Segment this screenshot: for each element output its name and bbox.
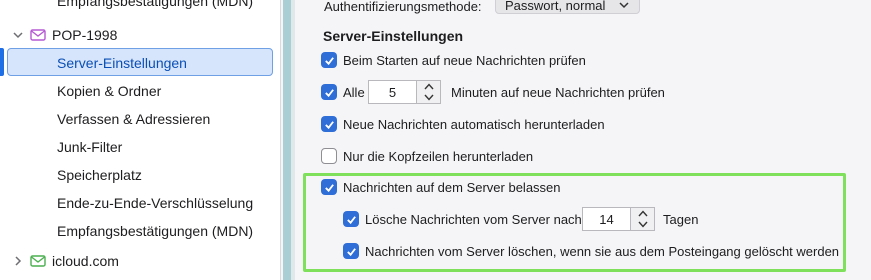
sidebar-item-receipts-prev[interactable]: Empfangsbestätigungen (MDN) [0,0,280,21]
account-name: icloud.com [52,253,119,269]
chevron-down-icon[interactable] [11,28,25,42]
sidebar-item-label: Kopien & Ordner [57,83,162,99]
sidebar-item-e2e-encryption[interactable]: Ende-zu-Ende-Verschlüsselung [0,189,280,217]
mail-account-icon [30,254,46,268]
sidebar-item-label: Verfassen & Adressieren [57,111,211,127]
sidebar-item-copies-folders[interactable]: Kopien & Ordner [0,77,280,105]
check-on-start-label: Beim Starten auf neue Nachrichten prüfen [343,53,586,68]
checkmark-icon [324,120,334,129]
headers-only-checkbox[interactable] [321,148,337,164]
sidebar-item-label: Server-Einstellungen [57,55,187,71]
highlight-annotation-box [303,173,846,272]
checkmark-icon [324,56,334,65]
check-on-start-checkbox[interactable] [321,52,337,68]
check-interval-value: 5 [388,84,397,100]
sidebar-item-label: Empfangsbestätigungen (MDN) [57,223,254,239]
account-row-pop1998[interactable]: POP-1998 [0,21,280,49]
sidebar-item-junk-filter[interactable]: Junk-Filter [0,133,280,161]
sidebar-item-label: Ende-zu-Ende-Verschlüsselung [57,195,254,211]
account-sidebar: Empfangsbestätigungen (MDN) POP-1998 Ser… [0,0,281,280]
stepper-down-icon[interactable] [417,92,440,103]
mail-account-icon [30,28,46,42]
auth-method-select[interactable]: Passwort, normal [495,0,640,14]
account-row-icloud[interactable]: icloud.com [0,247,280,275]
sidebar-item-server-settings[interactable]: Server-Einstellungen [0,49,280,77]
stepper-up-icon[interactable] [417,81,440,92]
auth-method-label: Authentifizierungsmethode: [324,0,482,14]
headers-only-label: Nur die Kopfzeilen herunterladen [343,149,534,164]
sidebar-item-receipts[interactable]: Empfangsbestätigungen (MDN) [0,217,280,245]
sidebar-item-disk-space[interactable]: Speicherplatz [0,161,280,189]
auto-download-checkbox[interactable] [321,116,337,132]
chevron-down-icon [618,0,630,14]
sidebar-item-composition[interactable]: Verfassen & Adressieren [0,105,280,133]
auth-method-value: Passwort, normal [505,0,606,13]
checkmark-icon [324,88,334,97]
section-title: Server-Einstellungen [323,28,464,44]
sidebar-item-label: Speicherplatz [57,167,142,183]
auto-download-label: Neue Nachrichten automatisch herunterlad… [343,117,605,132]
account-name: POP-1998 [52,27,118,43]
chevron-right-icon[interactable] [11,254,25,268]
sidebar-item-label: Empfangsbestätigungen (MDN) [57,0,254,9]
check-every-prefix: Alle [343,85,365,100]
check-every-suffix: Minuten auf neue Nachrichten prüfen [451,85,665,100]
check-every-checkbox[interactable] [321,84,337,100]
check-interval-input[interactable]: 5 [368,80,417,104]
check-interval-stepper[interactable] [417,80,441,104]
sidebar-item-label: Junk-Filter [57,139,123,155]
pane-divider[interactable] [283,0,291,280]
